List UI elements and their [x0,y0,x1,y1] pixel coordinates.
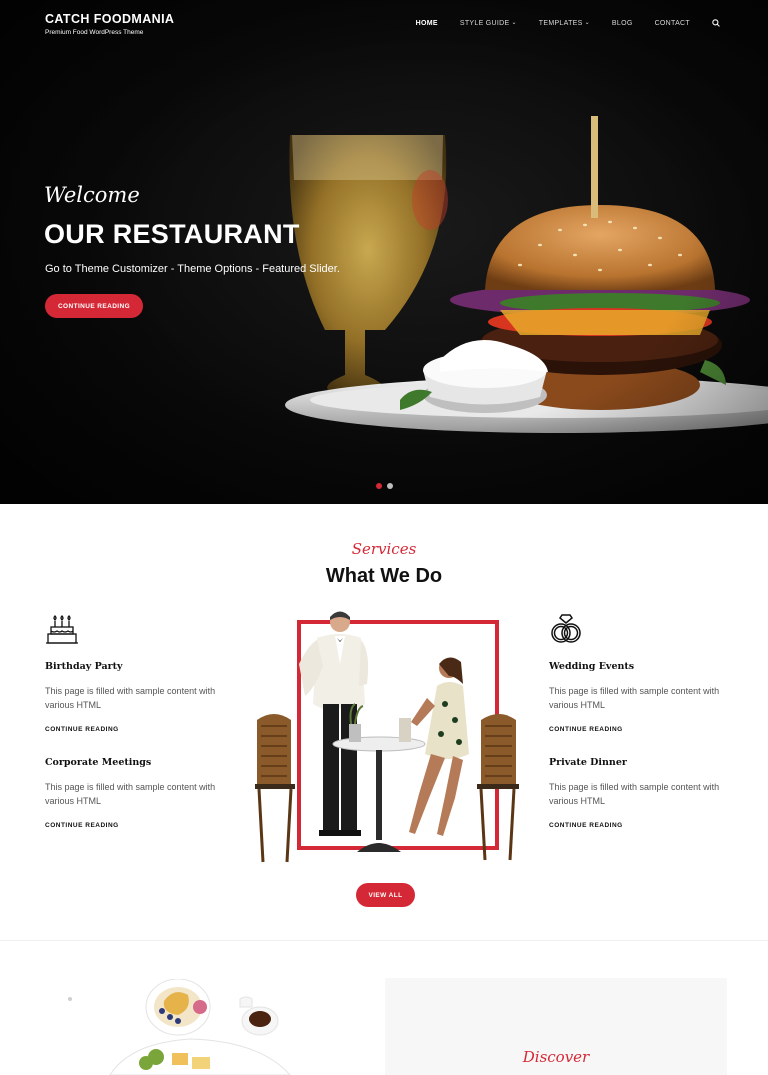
search-icon [712,19,720,27]
chevron-down-icon: ⌄ [511,19,517,26]
service-continue-reading-link[interactable]: CONTINUE READING [45,822,235,829]
services-section: Services What We Do Birthday Party This … [0,504,768,941]
hero-continue-reading-button[interactable]: CONTINUE READING [45,294,143,318]
nav-label: BLOG [611,19,633,27]
discover-subtitle: Discover [522,1048,590,1066]
site-title[interactable]: CATCH FOODMANIA [45,12,174,26]
hero-title: OUR RESTAURANT [44,219,300,249]
service-continue-reading-link[interactable]: CONTINUE READING [45,726,235,733]
services-subtitle: Services [351,540,417,558]
breakfast-food-image [68,979,291,1075]
hero-welcome: Welcome [44,183,140,207]
view-all-button[interactable]: VIEW ALL [356,883,415,907]
discover-panel: Discover [385,978,727,1075]
hero-burger-image [0,0,768,504]
service-wedding-events: Wedding Events This page is filled with … [549,612,739,733]
nav-item-templates[interactable]: TEMPLATES ⌄ [539,20,590,27]
slider-pagination [376,483,398,489]
nav-item-blog[interactable]: BLOG [612,20,633,27]
discover-section: Discover [0,942,768,1075]
service-name: Corporate Meetings [45,757,152,768]
nav-item-home[interactable]: HOME [416,20,438,27]
services-title: What We Do [325,565,443,587]
service-name: Private Dinner [549,757,627,768]
service-birthday-party: Birthday Party This page is filled with … [45,612,235,733]
site-tagline: Premium Food WordPress Theme [45,29,144,36]
service-text: This page is filled with sample content … [45,686,216,710]
nav-item-style-guide[interactable]: STYLE GUIDE ⌄ [460,20,517,27]
service-name: Wedding Events [549,661,635,672]
waiter-serving-couple-image [255,611,519,863]
hero-description: Go to Theme Customizer - Theme Options -… [45,263,340,275]
service-private-dinner: Private Dinner This page is filled with … [549,757,739,829]
nav-item-contact[interactable]: CONTACT [655,20,690,27]
slider-dot-1[interactable] [376,483,382,489]
nav-label: STYLE GUIDE [459,19,510,27]
chevron-down-icon: ⌄ [584,19,590,26]
service-name: Birthday Party [45,661,123,672]
main-nav: HOME STYLE GUIDE ⌄ TEMPLATES ⌄ BLOG CONTAC… [394,19,720,27]
nav-label: CONTACT [654,19,690,27]
service-text: This page is filled with sample content … [45,782,216,806]
service-text: This page is filled with sample content … [549,782,720,806]
nav-label: HOME [415,19,438,27]
nav-label: TEMPLATES [538,19,583,27]
service-corporate-meetings: Corporate Meetings This page is filled w… [45,757,235,829]
slider-dot-2[interactable] [387,483,393,489]
wedding-rings-icon [551,614,581,643]
service-continue-reading-link[interactable]: CONTINUE READING [549,726,739,733]
service-text: This page is filled with sample content … [549,686,720,710]
birthday-cake-icon [46,615,78,644]
site-header: CATCH FOODMANIA Premium Food WordPress T… [0,0,768,50]
service-continue-reading-link[interactable]: CONTINUE READING [549,822,739,829]
search-toggle[interactable] [712,19,720,27]
hero-slider: CATCH FOODMANIA Premium Food WordPress T… [0,0,768,504]
